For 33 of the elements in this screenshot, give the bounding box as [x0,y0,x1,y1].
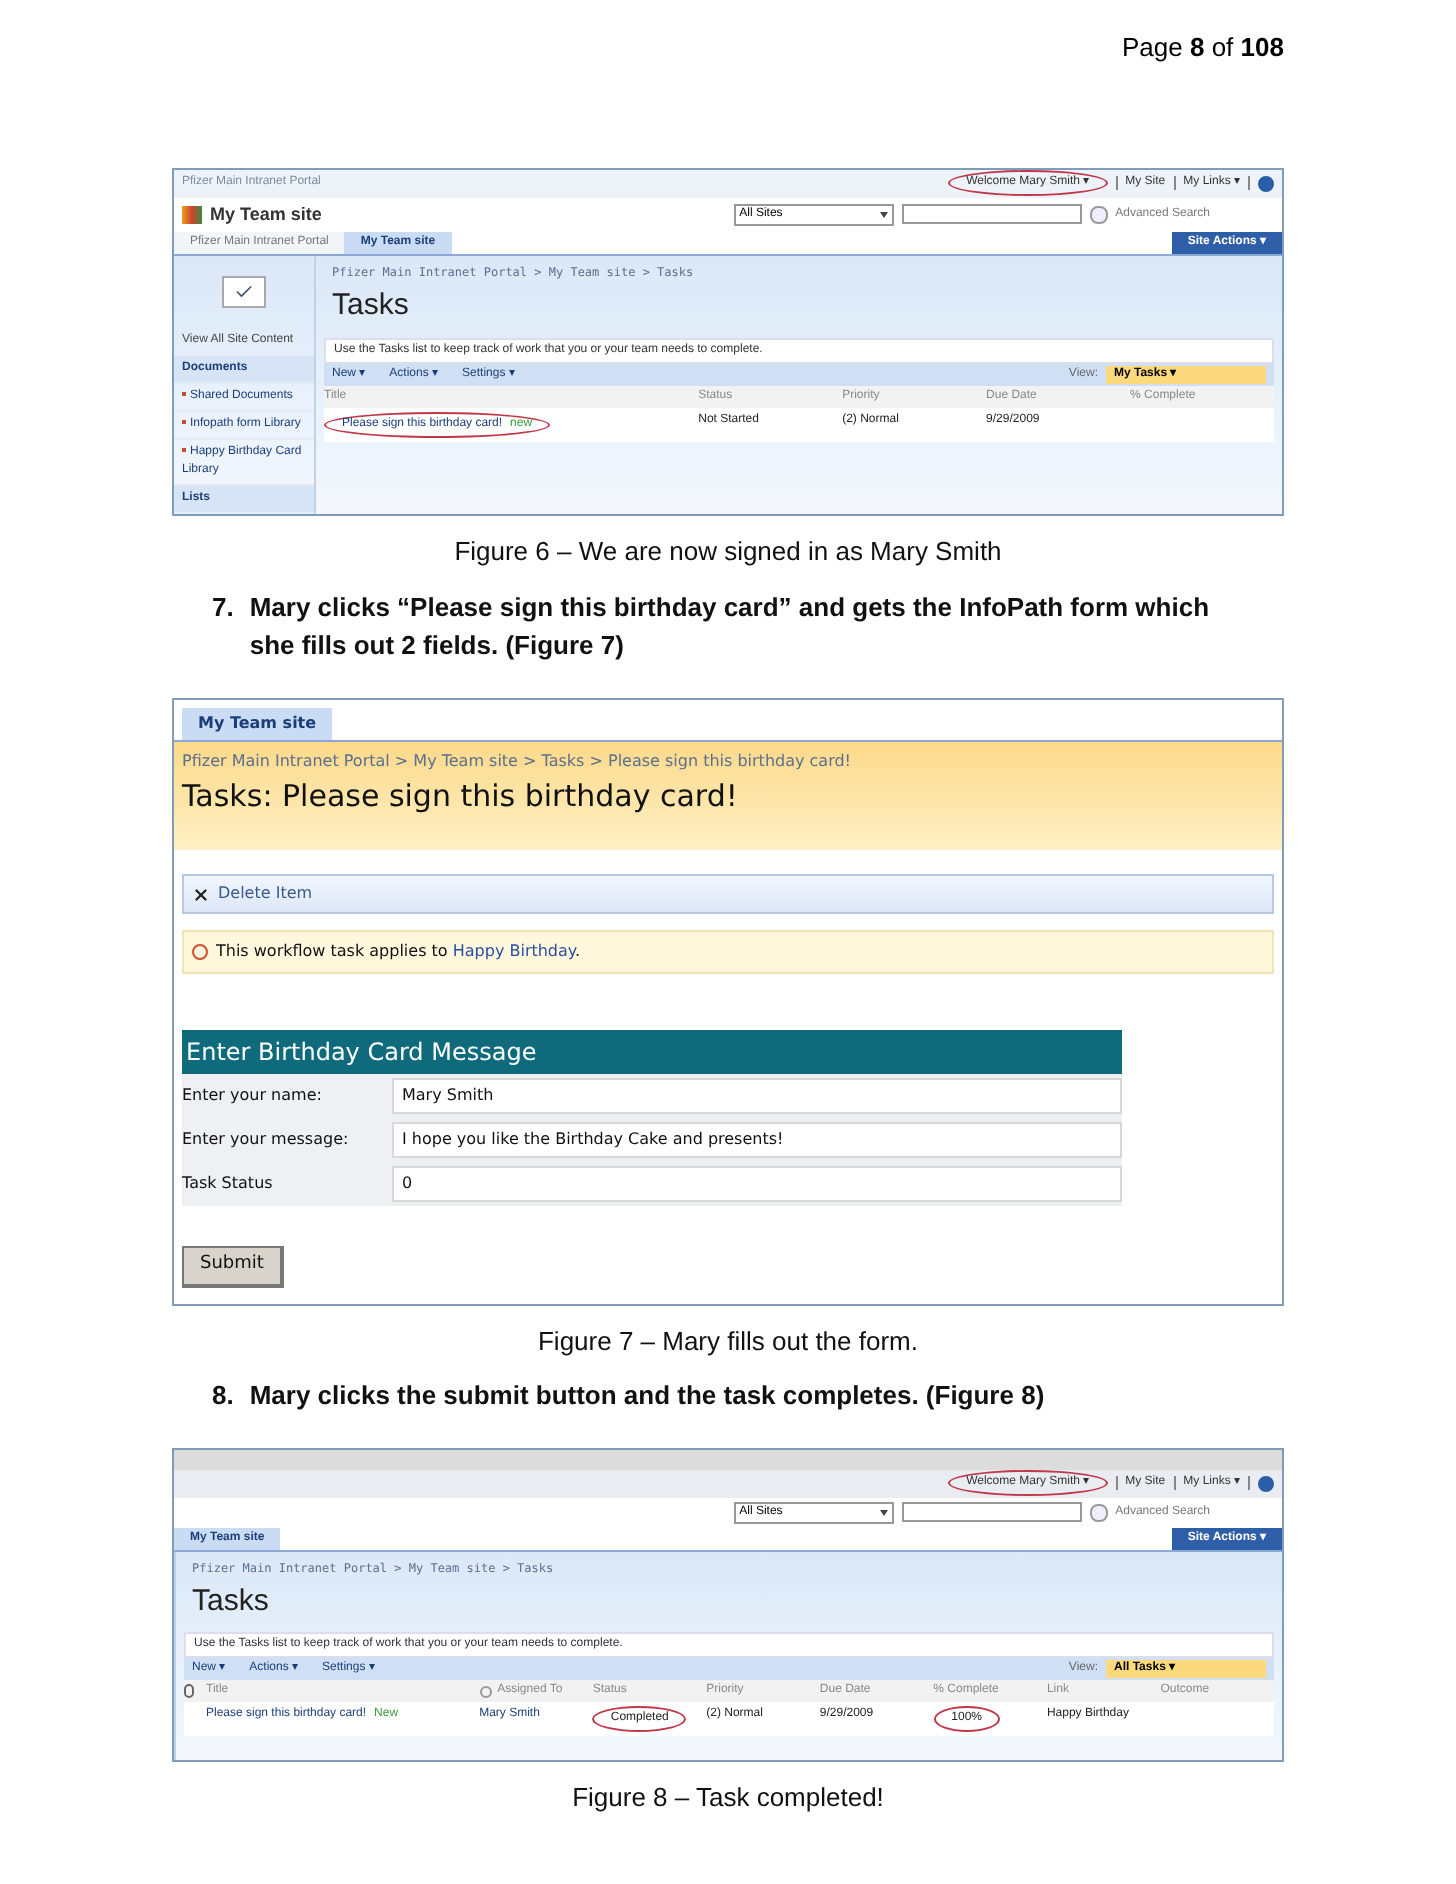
tasks-check-icon [222,276,266,308]
field-label: Enter your name: [182,1084,324,1108]
happy-birthday-link[interactable]: Happy Birthday [452,942,576,960]
site-tab[interactable]: My Team site [182,707,333,739]
field-label: Enter your message: [182,1128,351,1152]
close-icon [192,885,210,903]
notice-text: This workflow task applies to Happy Birthday. [216,940,581,964]
figure-caption: Figure 7 – Mary fills out the form. [537,1325,918,1355]
step-number: 8. [212,1378,234,1414]
page-title: Tasks [192,1583,269,1617]
input-field[interactable]: 0 [392,1166,1122,1202]
presence-icon [479,1685,492,1697]
breadcrumb: Pfizer Main Intranet Portal > My Team site > Tasks > Please sign this birthday card! [182,749,854,773]
page-title: Tasks: Please sign this birthday card! [182,775,740,817]
search-field[interactable] [901,1502,1082,1522]
dropdown-arrow-icon [879,1509,888,1515]
dropdown-arrow-icon [879,211,888,218]
form-heading: Enter Birthday Card Message [182,1030,1122,1074]
delete-item-button[interactable]: Delete Item [192,882,313,906]
search-field[interactable] [901,204,1082,225]
input-field[interactable]: I hope you like the Birthday Cake and presents! [392,1122,1122,1158]
figure-caption: Figure 8 – Task completed! [572,1782,884,1812]
step-text: Mary clicks the submit button and the task completes. (Figure 8) [249,1378,1045,1414]
site-title: My Team site [210,201,322,228]
figure-caption: Figure 6 – We are now signed in as Mary Smith [454,536,1002,566]
step-text: Mary clicks “Please sign this birthday card” and gets the InfoPath form which she fills out 2 fields. (Figure 7) [249,589,1212,664]
input-field[interactable]: Mary Smith [392,1078,1122,1114]
submit-button[interactable]: Submit [182,1246,284,1287]
field-label: Task Status [182,1172,275,1196]
page-title: Tasks [332,288,409,322]
step-number: 7. [212,589,234,625]
site-logo-icon [182,205,202,224]
page-number: Page 8 of 108 [1122,30,1284,66]
